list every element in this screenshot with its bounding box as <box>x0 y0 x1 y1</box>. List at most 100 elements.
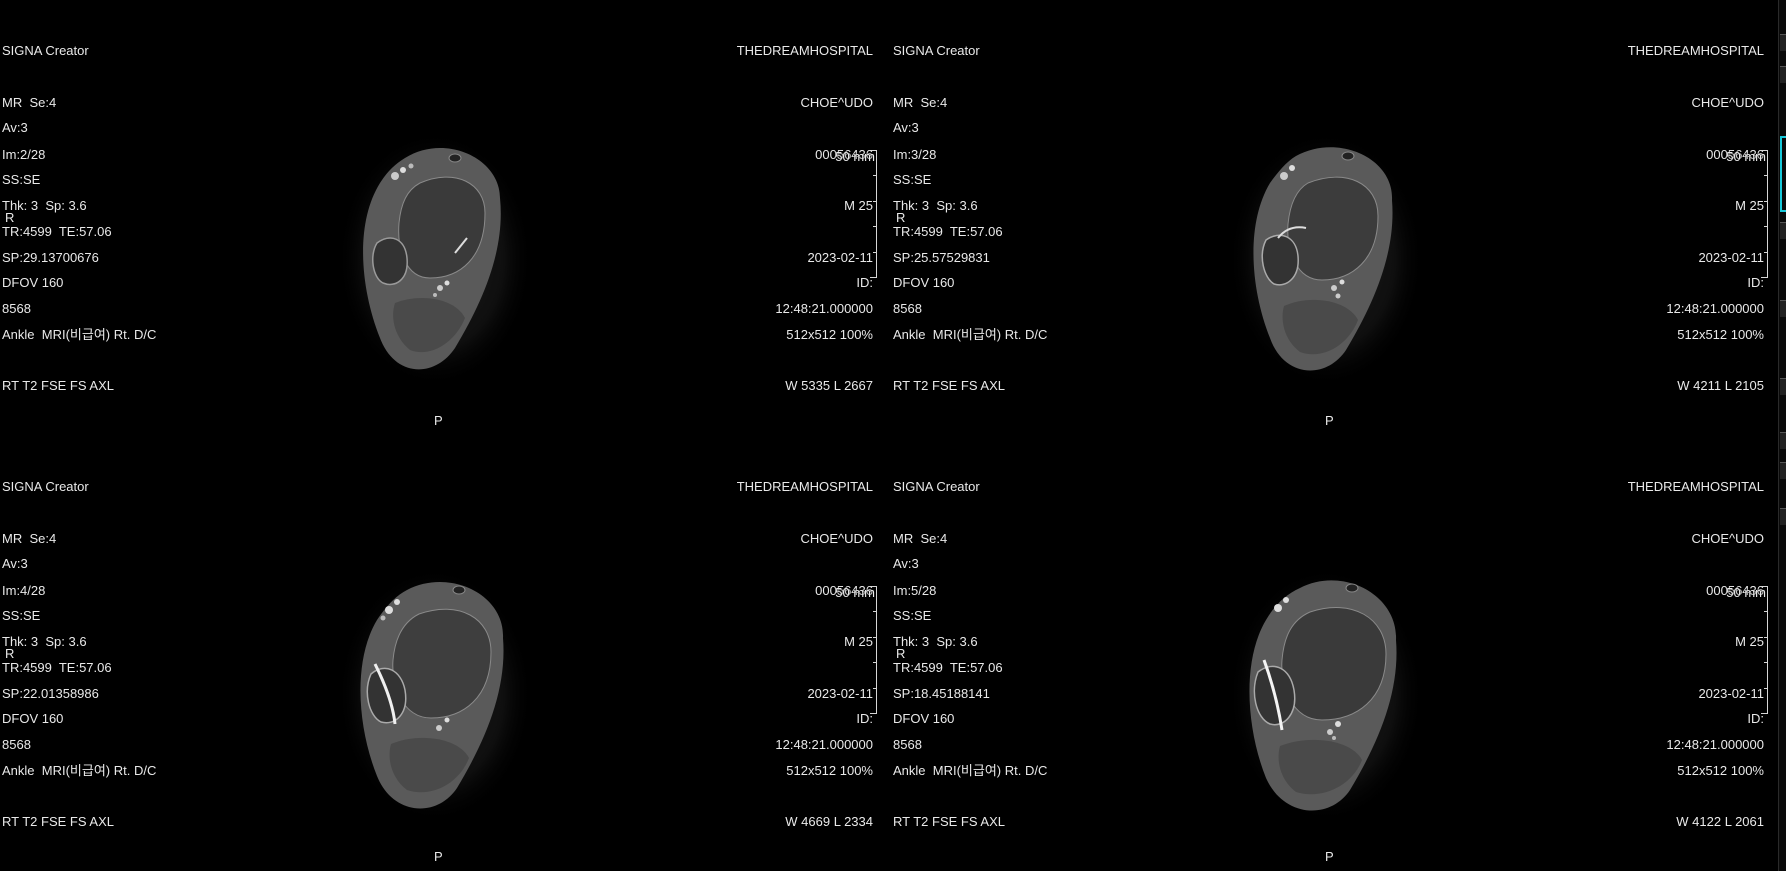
averages: Av:3 <box>893 120 919 136</box>
image-id: ID: <box>1747 275 1764 291</box>
patient-sex-age: M 25 <box>1735 198 1764 214</box>
scale-tick <box>1764 637 1767 638</box>
overlay-bottom-left: Av:3 SS:SE TR:4599 TE:57.06 DFOV 160 Ank… <box>2 85 156 429</box>
hospital-name: THEDREAMHOSPITAL <box>736 479 873 495</box>
mri-viewer-app: SIGNA Creator MR Se:4 Im:2/28 Thk: 3 Sp:… <box>0 0 1786 871</box>
scale-tick <box>1764 662 1767 663</box>
window-level: W 4669 L 2334 <box>785 814 873 830</box>
window-level: W 4211 L 2105 <box>1677 378 1764 394</box>
patient-sex-age: M 25 <box>844 198 873 214</box>
hospital-name: THEDREAMHOSPITAL <box>1627 479 1764 495</box>
scale-tick <box>1764 175 1767 176</box>
orientation-marker-bottom: P <box>434 412 443 428</box>
matrix-zoom: 512x512 100% <box>786 326 873 342</box>
scale-tick <box>870 586 876 587</box>
scale-tick <box>873 252 876 253</box>
patient-name: CHOE^UDO <box>1691 95 1764 110</box>
image-id: ID: <box>856 275 873 291</box>
patient-sex-age: M 25 <box>1735 634 1764 650</box>
scan-sequence: SS:SE <box>2 172 41 188</box>
overlay-bottom-left: Av:3 SS:SE TR:4599 TE:57.06 DFOV 160 Ank… <box>893 85 1047 429</box>
dfov: DFOV 160 <box>893 275 955 291</box>
overlay-bottom-left: Av:3 SS:SE TR:4599 TE:57.06 DFOV 160 Ank… <box>893 521 1047 865</box>
patient-name: CHOE^UDO <box>800 531 873 546</box>
image-id: ID: <box>1747 711 1764 727</box>
scale-tick <box>1764 252 1767 253</box>
viewport-4[interactable]: SIGNA Creator MR Se:4 Im:5/28 Thk: 3 Sp:… <box>891 436 1776 869</box>
orientation-marker-bottom: P <box>434 848 443 864</box>
dfov: DFOV 160 <box>2 275 64 291</box>
series-thumbnail[interactable] <box>1780 66 1786 83</box>
study-description: Ankle MRI(비급여) Rt. D/C <box>2 762 157 778</box>
viewport-1[interactable]: SIGNA Creator MR Se:4 Im:2/28 Thk: 3 Sp:… <box>0 0 885 433</box>
scale-tick <box>873 175 876 176</box>
mri-axial-slice-image[interactable] <box>335 564 535 826</box>
scanner-name: SIGNA Creator <box>893 479 980 495</box>
matrix-zoom: 512x512 100% <box>786 762 873 778</box>
tr-te: TR:4599 TE:57.06 <box>893 223 1003 239</box>
averages: Av:3 <box>2 120 28 136</box>
scale-tick <box>1764 226 1767 227</box>
overlay-bottom-right: ID: 512x512 100% W 4122 L 2061 <box>1676 676 1764 865</box>
series-thumbnail[interactable] <box>1780 34 1786 51</box>
patient-sex-age: M 25 <box>844 634 873 650</box>
dfov: DFOV 160 <box>893 711 955 727</box>
tr-te: TR:4599 TE:57.06 <box>2 223 112 239</box>
mri-axial-slice-image[interactable] <box>335 128 535 390</box>
scanner-name: SIGNA Creator <box>2 479 89 495</box>
mri-axial-slice-image[interactable] <box>1226 564 1426 826</box>
scale-tick <box>1764 688 1767 689</box>
orientation-marker-bottom: P <box>1325 412 1334 428</box>
series-description: RT T2 FSE FS AXL <box>893 378 1005 394</box>
scale-tick <box>873 611 876 612</box>
study-description: Ankle MRI(비급여) Rt. D/C <box>2 326 157 342</box>
series-description: RT T2 FSE FS AXL <box>2 378 114 394</box>
scan-sequence: SS:SE <box>893 608 932 624</box>
scale-tick <box>873 688 876 689</box>
matrix-zoom: 512x512 100% <box>1677 326 1764 342</box>
scale-tick <box>873 226 876 227</box>
dfov: DFOV 160 <box>2 711 64 727</box>
scale-tick <box>1761 586 1767 587</box>
series-description: RT T2 FSE FS AXL <box>893 814 1005 830</box>
averages: Av:3 <box>2 556 28 572</box>
scale-tick <box>873 662 876 663</box>
averages: Av:3 <box>893 556 919 572</box>
window-level: W 4122 L 2061 <box>1676 814 1764 830</box>
scanner-name: SIGNA Creator <box>893 43 980 59</box>
series-thumbnail[interactable] <box>1780 222 1786 239</box>
viewport-grid: SIGNA Creator MR Se:4 Im:2/28 Thk: 3 Sp:… <box>0 0 1778 871</box>
scale-tick <box>873 637 876 638</box>
scale-tick <box>1764 201 1767 202</box>
scan-sequence: SS:SE <box>2 608 41 624</box>
study-description: Ankle MRI(비급여) Rt. D/C <box>893 326 1048 342</box>
active-series-highlight[interactable] <box>1780 136 1786 212</box>
image-id: ID: <box>856 711 873 727</box>
series-thumbnail[interactable] <box>1780 508 1786 525</box>
series-description: RT T2 FSE FS AXL <box>2 814 114 830</box>
viewport-3[interactable]: SIGNA Creator MR Se:4 Im:4/28 Thk: 3 Sp:… <box>0 436 885 869</box>
scan-sequence: SS:SE <box>893 172 932 188</box>
tr-te: TR:4599 TE:57.06 <box>2 659 112 675</box>
patient-name: CHOE^UDO <box>1691 531 1764 546</box>
scale-tick <box>1761 150 1767 151</box>
overlay-bottom-right: ID: 512x512 100% W 4669 L 2334 <box>785 676 873 865</box>
scale-tick <box>870 150 876 151</box>
series-thumbnail[interactable] <box>1780 432 1786 449</box>
scale-tick <box>1764 611 1767 612</box>
scale-tick <box>873 201 876 202</box>
mri-axial-slice-image[interactable] <box>1226 128 1426 390</box>
viewport-2[interactable]: SIGNA Creator MR Se:4 Im:3/28 Thk: 3 Sp:… <box>891 0 1776 433</box>
scanner-name: SIGNA Creator <box>2 43 89 59</box>
series-thumbnail[interactable] <box>1780 300 1786 317</box>
overlay-bottom-left: Av:3 SS:SE TR:4599 TE:57.06 DFOV 160 Ank… <box>2 521 156 865</box>
patient-name: CHOE^UDO <box>800 95 873 110</box>
series-thumbnail[interactable] <box>1780 462 1786 479</box>
window-level: W 5335 L 2667 <box>785 378 873 394</box>
overlay-bottom-right: ID: 512x512 100% W 4211 L 2105 <box>1677 240 1764 429</box>
series-thumbnail[interactable] <box>1780 378 1786 395</box>
overlay-bottom-right: ID: 512x512 100% W 5335 L 2667 <box>785 240 873 429</box>
thumbnail-strip[interactable] <box>1778 0 1786 871</box>
orientation-marker-bottom: P <box>1325 848 1334 864</box>
tr-te: TR:4599 TE:57.06 <box>893 659 1003 675</box>
